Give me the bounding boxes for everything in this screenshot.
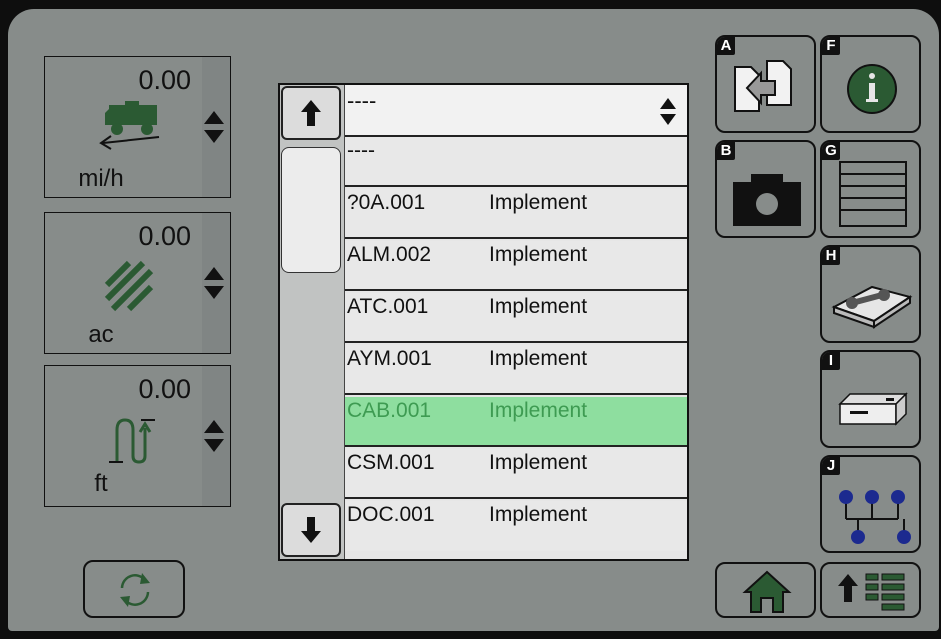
- display-screen: 0.00 mi/h 0.00 ac 0.00 ft ---- ---- ?0A.…: [8, 9, 939, 631]
- speed-gauge[interactable]: 0.00 mi/h: [44, 56, 231, 198]
- item-code: CAB.001: [347, 399, 432, 422]
- scroll-up-button[interactable]: [281, 86, 341, 140]
- area-unit: ac: [88, 321, 114, 348]
- home-button[interactable]: [715, 562, 816, 618]
- distance-gauge[interactable]: 0.00 ft: [44, 365, 231, 507]
- home-icon: [742, 570, 792, 613]
- sort-updown-icon: [660, 98, 676, 125]
- camera-icon: [733, 174, 801, 226]
- speed-unit: mi/h: [78, 165, 124, 192]
- file-transfer-icon: [734, 60, 792, 112]
- menu-up-icon: [838, 573, 905, 611]
- list-item[interactable]: AYM.001 Implement: [345, 345, 687, 395]
- list-item[interactable]: ?0A.001 Implement: [345, 189, 687, 239]
- scroll-down-button[interactable]: [281, 503, 341, 557]
- area-gauge[interactable]: 0.00 ac: [44, 212, 231, 354]
- softkey-h-manual[interactable]: H: [820, 245, 921, 343]
- softkey-i-controller[interactable]: I: [820, 350, 921, 448]
- list-lines-icon: [839, 161, 907, 227]
- list-item-selected[interactable]: CAB.001 Implement: [345, 397, 687, 447]
- list-item[interactable]: ALM.002 Implement: [345, 241, 687, 291]
- updown-icon[interactable]: [203, 109, 225, 145]
- item-kind: Implement: [489, 347, 588, 370]
- item-code: CSM.001: [347, 451, 435, 474]
- info-icon: [847, 64, 897, 114]
- softkey-a-file-transfer[interactable]: A: [715, 35, 816, 133]
- item-kind: Implement: [489, 399, 588, 422]
- item-code: ALM.002: [347, 243, 432, 266]
- softkey-g-list[interactable]: G: [820, 140, 921, 238]
- tractor-speed-icon: [99, 101, 160, 150]
- softkey-f-info[interactable]: F: [820, 35, 921, 133]
- item-kind: Implement: [489, 295, 588, 318]
- refresh-icon: [120, 573, 150, 607]
- item-kind: Implement: [489, 243, 588, 266]
- item-code: ?0A.001: [347, 191, 426, 214]
- network-nodes-icon: [839, 490, 911, 544]
- list-item[interactable]: CSM.001 Implement: [345, 449, 687, 499]
- controller-box-icon: [838, 392, 908, 426]
- updown-icon[interactable]: [203, 265, 225, 301]
- item-code: AYM.001: [347, 347, 432, 370]
- item-code: ATC.001: [347, 295, 429, 318]
- refresh-button[interactable]: [83, 560, 185, 618]
- scroll-thumb[interactable]: [281, 147, 341, 273]
- item-kind: Implement: [489, 503, 588, 526]
- updown-icon[interactable]: [203, 418, 225, 454]
- scrollbar[interactable]: [280, 85, 345, 559]
- arrow-down-icon: [301, 517, 321, 543]
- area-value: 0.00: [138, 221, 191, 251]
- header-label: ----: [347, 88, 377, 113]
- softkey-b-camera[interactable]: B: [715, 140, 816, 238]
- item-kind: Implement: [489, 451, 588, 474]
- speed-value: 0.00: [138, 65, 191, 95]
- item-kind: Implement: [489, 191, 588, 214]
- list-item[interactable]: ATC.001 Implement: [345, 293, 687, 343]
- distance-unit: ft: [94, 470, 108, 497]
- manual-wrench-icon: [831, 285, 913, 329]
- list-item[interactable]: DOC.001 Implement: [345, 501, 687, 551]
- distance-path-icon: [109, 418, 155, 464]
- menu-up-button[interactable]: [820, 562, 921, 618]
- list-header-dropdown[interactable]: ----: [345, 85, 687, 137]
- list-item[interactable]: ----: [345, 137, 687, 187]
- distance-value: 0.00: [138, 374, 191, 404]
- area-hatch-icon: [104, 260, 154, 312]
- item-code: DOC.001: [347, 503, 435, 526]
- implement-list-panel: ---- ---- ?0A.001 Implement ALM.002 Implem…: [278, 83, 689, 561]
- arrow-up-icon: [301, 100, 321, 126]
- item-code: ----: [347, 139, 375, 162]
- softkey-j-network[interactable]: J: [820, 455, 921, 553]
